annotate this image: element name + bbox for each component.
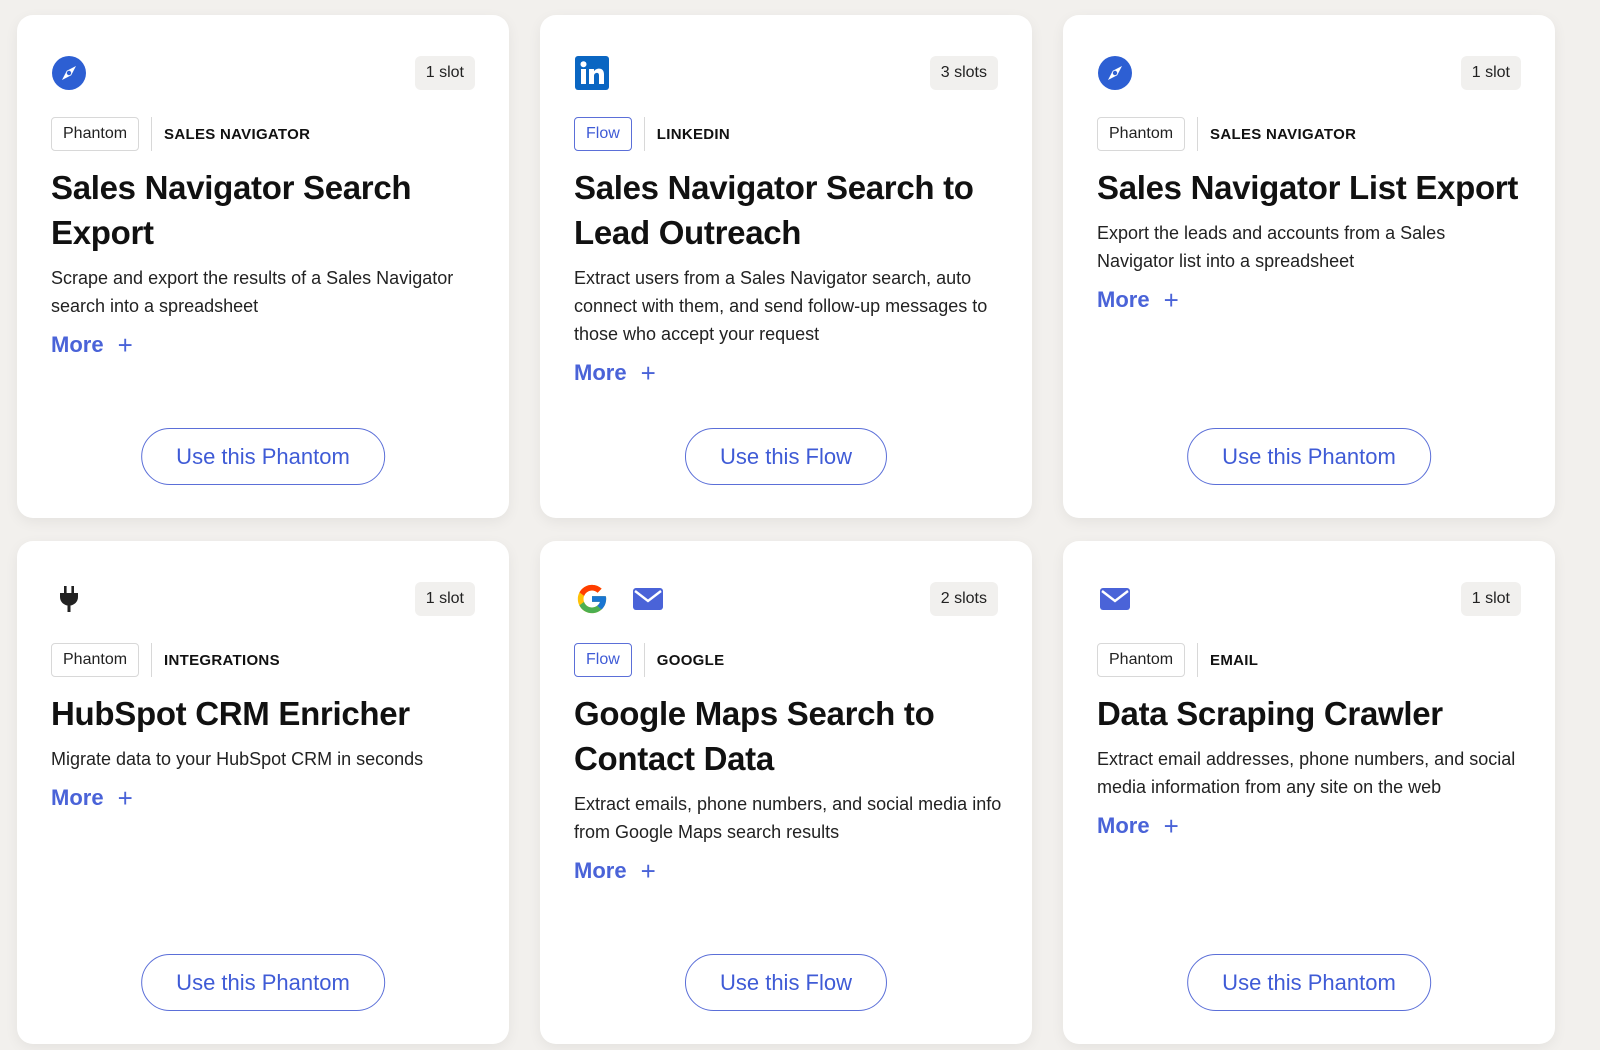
card-tags: Phantom SALES NAVIGATOR <box>1097 117 1356 151</box>
card-description: Migrate data to your HubSpot CRM in seco… <box>51 749 424 769</box>
card-sales-navigator-search-export: 1 slot Phantom SALES NAVIGATOR Sales Nav… <box>17 15 509 518</box>
card-header: 2 slots <box>574 577 998 621</box>
card-title: Data Scraping Crawler <box>1097 695 1443 732</box>
compass-icon <box>51 55 87 91</box>
tag-divider <box>1197 643 1199 677</box>
card-description: Extract emails, phone numbers, and socia… <box>574 794 1002 842</box>
google-icon <box>574 581 610 617</box>
card-header: 3 slots <box>574 51 998 95</box>
phantom-card-grid: 1 slot Phantom SALES NAVIGATOR Sales Nav… <box>0 0 1600 1050</box>
card-tags: Phantom INTEGRATIONS <box>51 643 280 677</box>
tag-divider <box>151 643 153 677</box>
more-link[interactable]: More + <box>574 360 656 386</box>
card-title: Sales Navigator Search Export <box>51 169 412 251</box>
card-icons <box>574 581 666 617</box>
card-sales-navigator-list-export: 1 slot Phantom SALES NAVIGATOR Sales Nav… <box>1063 15 1555 518</box>
more-label: More <box>1097 287 1150 312</box>
more-label: More <box>574 858 627 883</box>
card-description: Extract email addresses, phone numbers, … <box>1097 749 1516 797</box>
more-label: More <box>1097 813 1150 838</box>
card-icons <box>1097 581 1133 617</box>
card-hubspot-crm-enricher: 1 slot Phantom INTEGRATIONS HubSpot CRM … <box>17 541 509 1044</box>
more-link[interactable]: More + <box>1097 813 1179 839</box>
plus-icon: + <box>640 358 656 388</box>
plus-icon: + <box>640 856 656 886</box>
compass-icon <box>1097 55 1133 91</box>
type-tag: Flow <box>574 643 632 677</box>
more-link[interactable]: More + <box>1097 287 1179 313</box>
card-title: Sales Navigator List Export <box>1097 169 1519 206</box>
card-icons <box>51 581 87 617</box>
type-tag: Phantom <box>51 117 140 151</box>
card-tags: Phantom EMAIL <box>1097 643 1258 677</box>
card-header: 1 slot <box>1097 51 1521 95</box>
card-body: Google Maps Search to Contact Data Extra… <box>574 691 1002 884</box>
card-title: Sales Navigator Search to Lead Outreach <box>574 169 974 251</box>
card-header: 1 slot <box>51 577 475 621</box>
more-label: More <box>51 332 104 357</box>
plus-icon: + <box>117 783 133 813</box>
category-label: SALES NAVIGATOR <box>1210 125 1357 143</box>
card-title: Google Maps Search to Contact Data <box>574 695 935 777</box>
more-label: More <box>51 785 104 810</box>
use-this-flow-button[interactable]: Use this Flow <box>684 954 888 1011</box>
tag-divider <box>1197 117 1199 151</box>
card-description: Export the leads and accounts from a Sal… <box>1097 223 1446 271</box>
linkedin-icon <box>574 55 610 91</box>
card-tags: Flow GOOGLE <box>574 643 724 677</box>
use-this-flow-button[interactable]: Use this Flow <box>684 428 888 485</box>
use-this-phantom-button[interactable]: Use this Phantom <box>1187 954 1431 1011</box>
card-body: Data Scraping Crawler Extract email addr… <box>1097 691 1525 839</box>
card-body: Sales Navigator List Export Export the l… <box>1097 165 1525 313</box>
plus-icon: + <box>117 330 133 360</box>
use-this-phantom-button[interactable]: Use this Phantom <box>1187 428 1431 485</box>
category-label: GOOGLE <box>656 651 725 669</box>
mail-icon <box>630 581 666 617</box>
use-this-phantom-button[interactable]: Use this Phantom <box>141 954 385 1011</box>
card-title: HubSpot CRM Enricher <box>51 695 410 732</box>
card-data-scraping-crawler: 1 slot Phantom EMAIL Data Scraping Crawl… <box>1063 541 1555 1044</box>
plug-icon <box>51 581 87 617</box>
mail-icon <box>1097 581 1133 617</box>
tag-divider <box>643 643 645 677</box>
card-body: Sales Navigator Search to Lead Outreach … <box>574 165 1002 386</box>
card-google-maps-search-to-contact-data: 2 slots Flow GOOGLE Google Maps Search t… <box>540 541 1032 1044</box>
use-this-phantom-button[interactable]: Use this Phantom <box>141 428 385 485</box>
type-tag: Flow <box>574 117 632 151</box>
card-description: Scrape and export the results of a Sales… <box>51 268 454 316</box>
slot-count-badge: 1 slot <box>414 582 475 616</box>
card-header: 1 slot <box>1097 577 1521 621</box>
card-icons <box>51 55 87 91</box>
more-link[interactable]: More + <box>51 785 133 811</box>
card-tags: Phantom SALES NAVIGATOR <box>51 117 310 151</box>
card-header: 1 slot <box>51 51 475 95</box>
more-link[interactable]: More + <box>51 332 133 358</box>
card-icons <box>1097 55 1133 91</box>
more-link[interactable]: More + <box>574 858 656 884</box>
card-tags: Flow LINKEDIN <box>574 117 730 151</box>
category-label: SALES NAVIGATOR <box>164 125 311 143</box>
plus-icon: + <box>1163 285 1179 315</box>
card-body: HubSpot CRM Enricher Migrate data to you… <box>51 691 479 811</box>
slot-count-badge: 1 slot <box>1460 582 1521 616</box>
card-icons <box>574 55 610 91</box>
type-tag: Phantom <box>51 643 140 677</box>
plus-icon: + <box>1163 811 1179 841</box>
tag-divider <box>151 117 153 151</box>
card-sales-navigator-search-to-lead-outreach: 3 slots Flow LINKEDIN Sales Navigator Se… <box>540 15 1032 518</box>
type-tag: Phantom <box>1097 117 1186 151</box>
slot-count-badge: 2 slots <box>929 582 998 616</box>
tag-divider <box>643 117 645 151</box>
category-label: INTEGRATIONS <box>164 651 280 669</box>
category-label: EMAIL <box>1210 651 1259 669</box>
type-tag: Phantom <box>1097 643 1186 677</box>
slot-count-badge: 1 slot <box>414 56 475 90</box>
card-body: Sales Navigator Search Export Scrape and… <box>51 165 479 358</box>
card-description: Extract users from a Sales Navigator sea… <box>574 268 988 344</box>
slot-count-badge: 3 slots <box>929 56 998 90</box>
slot-count-badge: 1 slot <box>1460 56 1521 90</box>
category-label: LINKEDIN <box>656 125 731 143</box>
more-label: More <box>574 360 627 385</box>
